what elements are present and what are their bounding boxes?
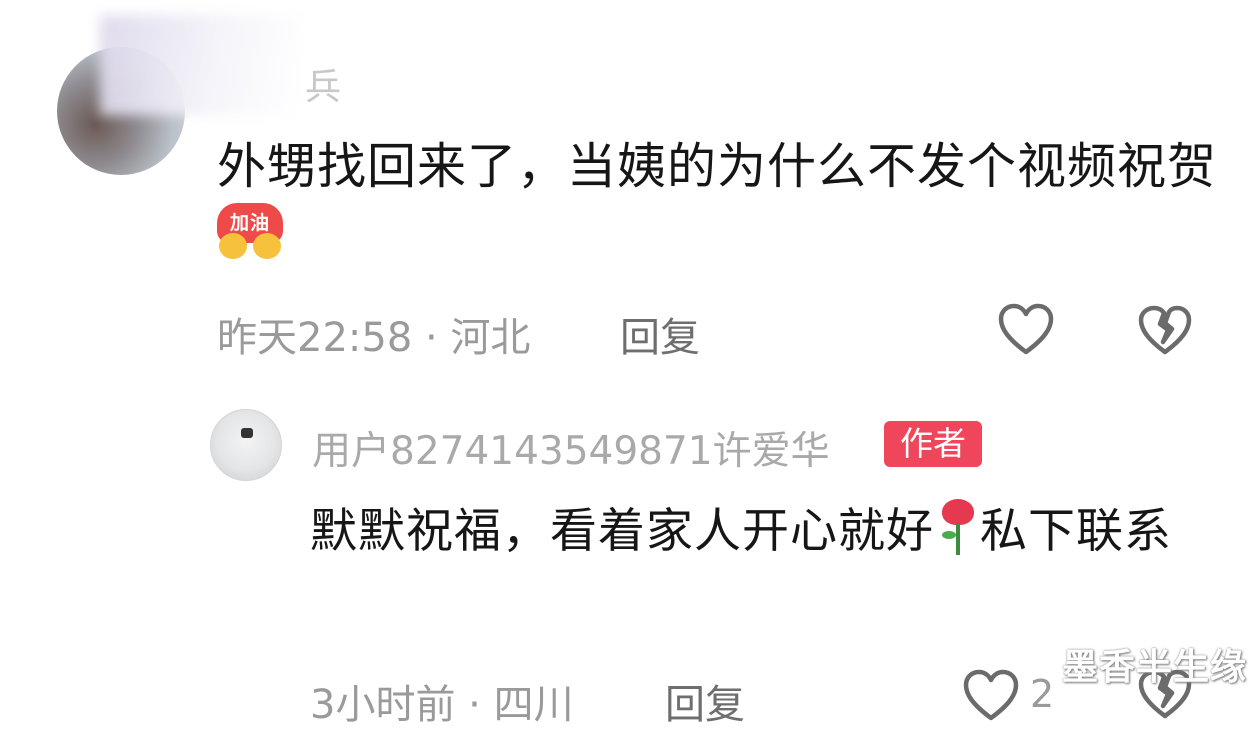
reply-button[interactable]: 回复: [620, 305, 700, 363]
meta-separator: ·: [425, 315, 438, 361]
reply-text-after: 私下联系: [980, 504, 1172, 559]
author-badge: 作者: [884, 421, 982, 467]
heart-outline-icon[interactable]: [962, 668, 1020, 724]
comment-text: 外甥找回来了，当姨的为什么不发个视频祝贺 加油: [217, 131, 1227, 275]
watermark: 墨香半生缘: [1062, 647, 1248, 688]
author-username[interactable]: 用户8274143549871许爱华: [312, 420, 830, 476]
username-blur-mask: [100, 15, 300, 115]
reply-time: 3小时前: [310, 682, 456, 728]
commenter-username[interactable]: 兵: [305, 58, 341, 110]
comment-text-content: 外甥找回来了，当姨的为什么不发个视频祝贺: [217, 138, 1218, 195]
broken-heart-icon[interactable]: [1137, 304, 1193, 358]
comment-time: 昨天22:58: [217, 315, 413, 361]
reply-location: 四川: [493, 682, 574, 728]
comment-meta: 昨天22:58 · 河北: [217, 305, 530, 363]
sticker-left-hand: [219, 233, 247, 259]
comment-location: 河北: [450, 315, 531, 361]
rose-stem: [956, 523, 960, 555]
sticker-right-hand: [253, 233, 281, 259]
heart-outline-icon[interactable]: [997, 302, 1055, 358]
meta-separator: ·: [468, 682, 481, 728]
author-avatar[interactable]: [210, 409, 282, 481]
reply-meta: 3小时前 · 四川: [310, 672, 574, 730]
reply-text-before: 默默祝福，看着家人开心就好: [310, 504, 934, 559]
like-count: 2: [1030, 672, 1055, 716]
avatar-figure: [241, 428, 253, 438]
cheer-sticker: 加油: [217, 203, 283, 261]
reply-button[interactable]: 回复: [665, 672, 745, 730]
rose-bloom: [942, 499, 974, 525]
rose-emoji: [934, 499, 980, 557]
rose-leaf: [942, 531, 956, 539]
reply-text: 默默祝福，看着家人开心就好 私下联系: [310, 493, 1210, 571]
